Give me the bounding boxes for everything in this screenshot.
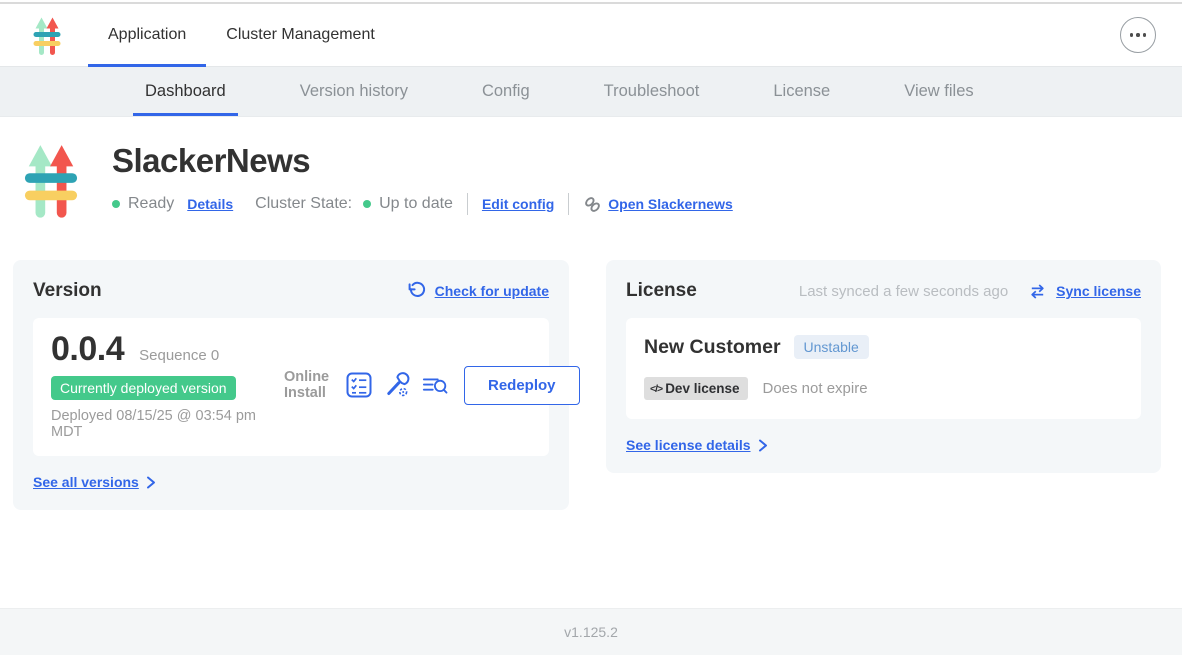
license-card-title: License xyxy=(626,280,697,302)
deployed-status-badge: Currently deployed version xyxy=(51,376,236,400)
license-type-badge: </> Dev license xyxy=(644,377,748,400)
subtab-dashboard[interactable]: Dashboard xyxy=(145,67,226,116)
console-footer: v1.125.2 xyxy=(0,608,1182,655)
top-tabs: Application Cluster Management xyxy=(88,4,395,66)
cluster-state-dot xyxy=(363,200,371,208)
app-status-dot xyxy=(112,200,120,208)
open-app-link[interactable]: Open Slackernews xyxy=(583,195,733,214)
refresh-icon xyxy=(406,281,426,301)
tab-cluster-management-label: Cluster Management xyxy=(226,26,375,44)
subtab-version-history[interactable]: Version history xyxy=(300,67,408,116)
sequence-label: Sequence 0 xyxy=(139,347,219,364)
app-status-text: Ready xyxy=(128,195,174,213)
status-details-link[interactable]: Details xyxy=(187,196,233,212)
subtab-license[interactable]: License xyxy=(773,67,830,116)
subtab-troubleshoot[interactable]: Troubleshoot xyxy=(604,67,700,116)
current-version-box: 0.0.4 Sequence 0 Currently deployed vers… xyxy=(33,318,549,456)
page-title: SlackerNews xyxy=(112,142,733,180)
subtab-view-files[interactable]: View files xyxy=(904,67,973,116)
app-header: SlackerNews Ready Details Cluster State:… xyxy=(22,138,1182,218)
tab-cluster-management[interactable]: Cluster Management xyxy=(206,4,395,66)
license-type-label: Dev license xyxy=(665,381,739,396)
app-sub-nav: Dashboard Version history Config Trouble… xyxy=(0,67,1182,117)
channel-badge: Unstable xyxy=(794,335,869,359)
version-number: 0.0.4 xyxy=(51,330,124,369)
customer-name: New Customer xyxy=(644,336,781,359)
divider xyxy=(568,193,569,215)
subtab-config[interactable]: Config xyxy=(482,67,530,116)
chevron-right-icon xyxy=(146,476,156,489)
code-icon: </> xyxy=(650,383,662,395)
version-card: Version Check for update 0.0.4 Sequence … xyxy=(13,260,569,510)
see-license-details-link[interactable]: See license details xyxy=(626,437,751,453)
chain-link-icon xyxy=(583,195,602,214)
preflight-checks-icon[interactable] xyxy=(346,372,372,398)
overflow-menu-button[interactable] xyxy=(1120,17,1156,53)
cluster-state-value: Up to date xyxy=(379,195,453,213)
sync-icon xyxy=(1028,283,1047,300)
open-app-label: Open Slackernews xyxy=(608,196,733,212)
console-version: v1.125.2 xyxy=(564,624,618,640)
app-logo-icon xyxy=(30,15,64,55)
install-type-label: Online Install xyxy=(284,369,330,402)
check-for-update-link[interactable]: Check for update xyxy=(435,283,549,299)
tab-application[interactable]: Application xyxy=(88,4,206,66)
view-logs-icon[interactable] xyxy=(422,372,448,398)
top-nav: Application Cluster Management xyxy=(0,4,1182,67)
deployed-timestamp: Deployed 08/15/25 @ 03:54 pm MDT xyxy=(51,408,279,440)
tab-application-label: Application xyxy=(108,26,186,44)
license-card: License Last synced a few seconds ago Sy… xyxy=(606,260,1161,473)
last-synced-text: Last synced a few seconds ago xyxy=(799,283,1008,300)
ellipsis-icon xyxy=(1130,33,1134,37)
divider xyxy=(467,193,468,215)
version-card-title: Version xyxy=(33,280,102,302)
see-all-versions-link[interactable]: See all versions xyxy=(33,474,139,490)
license-expiration: Does not expire xyxy=(762,380,867,397)
sync-license-link[interactable]: Sync license xyxy=(1056,283,1141,299)
main-content: SlackerNews Ready Details Cluster State:… xyxy=(0,117,1182,510)
edit-config-link[interactable]: Edit config xyxy=(482,196,554,212)
license-details-box: New Customer Unstable </> Dev license Do… xyxy=(626,318,1141,419)
app-status-row: Ready Details Cluster State: Up to date … xyxy=(112,193,733,215)
chevron-right-icon xyxy=(758,439,768,452)
redeploy-button[interactable]: Redeploy xyxy=(464,366,580,405)
cluster-state-label: Cluster State: xyxy=(255,195,352,213)
app-logo-large-icon xyxy=(22,140,80,218)
config-wrench-icon[interactable] xyxy=(384,372,410,398)
